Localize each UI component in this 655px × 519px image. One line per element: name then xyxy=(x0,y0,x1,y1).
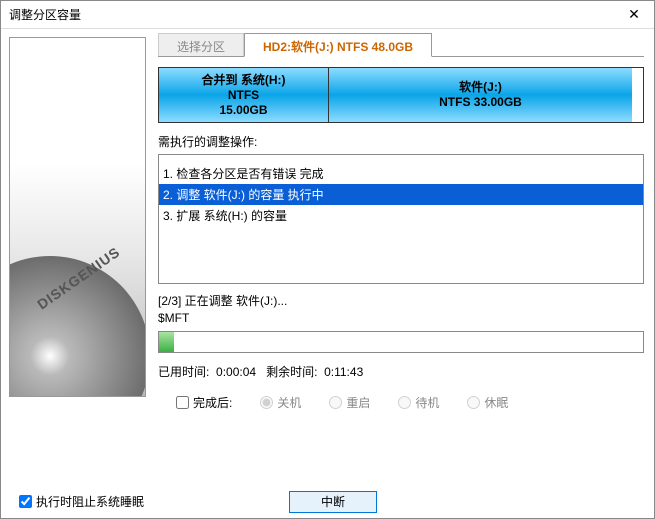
sidebar: DISKGENIUS xyxy=(1,29,154,484)
partition-fs: NTFS 33.00GB xyxy=(329,95,632,110)
list-item[interactable]: 3. 扩展 系统(H:) 的容量 xyxy=(159,205,643,226)
list-item[interactable]: 2. 调整 软件(J:) 的容量 执行中 xyxy=(159,184,643,205)
partition-size: 15.00GB xyxy=(159,103,328,118)
status-counter: [2/3] 正在调整 软件(J:)... xyxy=(158,292,644,309)
list-item[interactable]: 1. 检查各分区是否有错误 完成 xyxy=(159,163,643,184)
elapsed-label: 已用时间: xyxy=(158,365,209,379)
progress-bar xyxy=(158,331,644,353)
tab-active-partition[interactable]: HD2:软件(J:) NTFS 48.0GB xyxy=(244,33,432,57)
bottom-bar: 执行时阻止系统睡眠 中断 xyxy=(1,484,654,519)
radio-hibernate[interactable]: 休眠 xyxy=(467,394,508,411)
status-detail: $MFT xyxy=(158,311,644,325)
remain-value: 0:11:43 xyxy=(324,365,363,379)
main-panel: 选择分区 HD2:软件(J:) NTFS 48.0GB 合并到 系统(H:) N… xyxy=(154,29,654,484)
radio-standby[interactable]: 待机 xyxy=(398,394,439,411)
partition-source[interactable]: 软件(J:) NTFS 33.00GB xyxy=(329,68,632,122)
close-button[interactable]: ✕ xyxy=(614,1,654,29)
radio-restart[interactable]: 重启 xyxy=(329,394,370,411)
partition-title: 软件(J:) xyxy=(329,80,632,95)
partition-merge-target[interactable]: 合并到 系统(H:) NTFS 15.00GB xyxy=(159,68,329,122)
partition-bar: 合并到 系统(H:) NTFS 15.00GB 软件(J:) NTFS 33.0… xyxy=(158,67,644,123)
tab-bar: 选择分区 HD2:软件(J:) NTFS 48.0GB xyxy=(158,33,644,57)
partition-fs: NTFS xyxy=(159,88,328,103)
elapsed-value: 0:00:04 xyxy=(216,365,256,379)
partition-title: 合并到 系统(H:) xyxy=(159,73,328,88)
abort-button[interactable]: 中断 xyxy=(289,491,377,513)
after-complete-row: 完成后: 关机 重启 待机 休眠 xyxy=(176,394,644,411)
after-complete-input[interactable] xyxy=(176,396,189,409)
window-title: 调整分区容量 xyxy=(9,6,81,23)
after-complete-checkbox[interactable]: 完成后: xyxy=(176,394,232,411)
title-bar: 调整分区容量 ✕ xyxy=(1,1,654,29)
operations-header: 需执行的调整操作: xyxy=(158,133,644,150)
tab-select-partition[interactable]: 选择分区 xyxy=(158,33,244,56)
content-area: DISKGENIUS 选择分区 HD2:软件(J:) NTFS 48.0GB 合… xyxy=(1,29,654,484)
progress-fill xyxy=(159,332,174,352)
disk-illustration: DISKGENIUS xyxy=(9,37,146,397)
time-info: 已用时间: 0:00:04 剩余时间: 0:11:43 xyxy=(158,363,644,380)
operations-list: 1. 检查各分区是否有错误 完成 2. 调整 软件(J:) 的容量 执行中 3.… xyxy=(158,154,644,284)
remain-label: 剩余时间: xyxy=(266,365,317,379)
radio-shutdown[interactable]: 关机 xyxy=(260,394,301,411)
